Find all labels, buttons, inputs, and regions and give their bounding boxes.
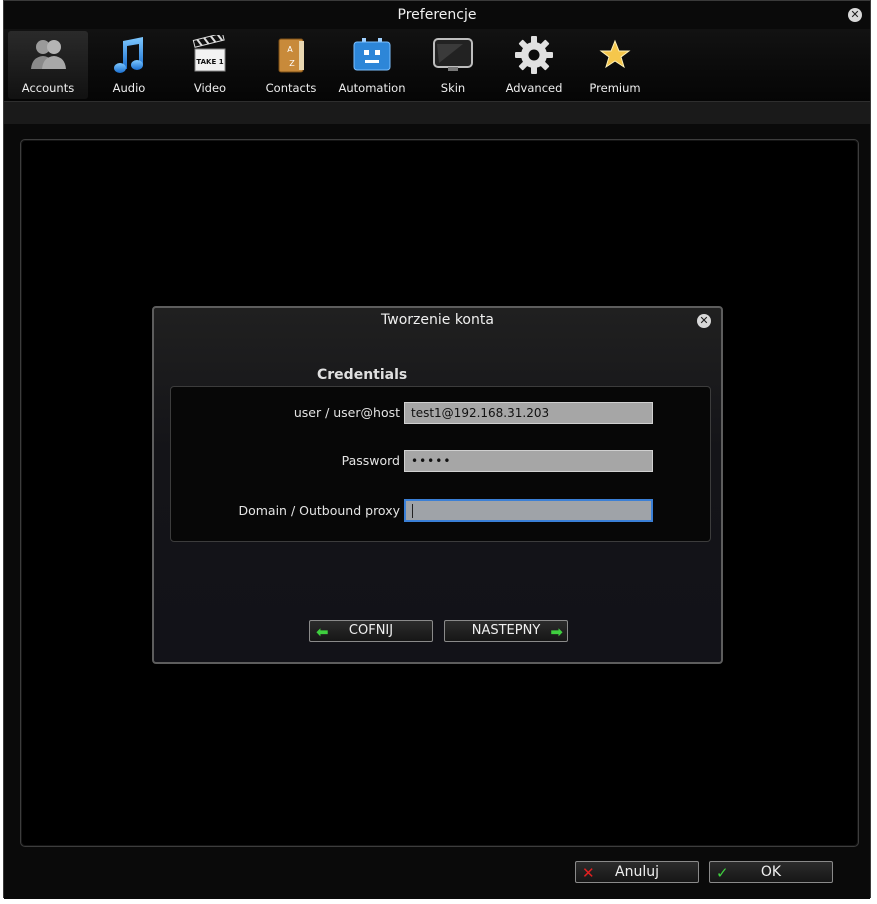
robot-icon xyxy=(353,38,391,71)
toolbar-separator-strip xyxy=(4,102,870,124)
clapperboard-icon: TAKE 1 xyxy=(192,35,226,72)
user-host-input[interactable] xyxy=(404,402,653,424)
create-account-dialog: Tworzenie konta ✕ Credentials user / use… xyxy=(152,306,723,664)
ok-label: OK xyxy=(760,864,782,880)
cancel-label: Anuluj xyxy=(615,864,659,880)
password-input[interactable] xyxy=(404,450,653,472)
window-title: Preferencje xyxy=(397,7,477,23)
accounts-icon xyxy=(31,40,66,69)
dialog-close-icon[interactable]: ✕ xyxy=(697,314,711,328)
tab-label: Video xyxy=(193,81,227,95)
ok-button[interactable]: ✓ OK xyxy=(709,861,833,883)
svg-text:TAKE 1: TAKE 1 xyxy=(196,58,223,66)
tab-label: Audio xyxy=(112,81,146,95)
star-icon xyxy=(599,39,631,69)
svg-text:A: A xyxy=(287,45,293,54)
tab-premium[interactable]: Premium xyxy=(575,31,655,99)
tab-video[interactable]: TAKE 1 Video xyxy=(170,31,250,99)
user-field-label: user / user@host xyxy=(293,405,400,420)
gear-icon xyxy=(515,36,553,74)
password-field-label: Password xyxy=(341,453,400,468)
back-label: COFNIJ xyxy=(348,623,394,638)
domain-proxy-input[interactable] xyxy=(404,499,653,522)
tab-label: Advanced xyxy=(505,81,563,95)
credentials-heading: Credentials xyxy=(317,367,408,383)
tab-contacts[interactable]: A Z Contacts xyxy=(251,31,331,99)
preferences-toolbar: Accounts Audio TAKE 1 Video A Z Contacts… xyxy=(4,29,870,102)
domain-field-label: Domain / Outbound proxy xyxy=(238,503,400,518)
tab-label: Premium xyxy=(589,81,641,95)
dialog-title: Tworzenie konta xyxy=(381,312,494,328)
tab-audio[interactable]: Audio xyxy=(89,31,169,99)
next-button[interactable]: NASTEPNY ➡ xyxy=(444,620,568,642)
checkmark-icon: ✓ xyxy=(716,864,729,882)
tab-skin[interactable]: Skin xyxy=(413,31,493,99)
next-label: NASTEPNY xyxy=(471,623,541,638)
arrow-left-icon: ⬅ xyxy=(316,623,329,641)
tab-label: Contacts xyxy=(265,81,317,95)
footer-bar: ✕ Anuluj ✓ OK xyxy=(4,851,870,899)
back-button[interactable]: ⬅ COFNIJ xyxy=(309,620,433,642)
tab-label: Skin xyxy=(440,81,466,95)
address-book-icon: A Z xyxy=(278,38,304,73)
credentials-group: user / user@host Password Domain / Outbo… xyxy=(170,386,711,542)
arrow-right-icon: ➡ xyxy=(550,623,563,641)
cancel-x-icon: ✕ xyxy=(582,864,595,882)
monitor-icon xyxy=(433,38,473,71)
music-note-icon xyxy=(114,37,143,73)
cancel-button[interactable]: ✕ Anuluj xyxy=(575,861,699,883)
tab-label: Automation xyxy=(338,81,406,95)
tab-automation[interactable]: Automation xyxy=(332,31,412,99)
tab-advanced[interactable]: Advanced xyxy=(494,31,574,99)
svg-text:Z: Z xyxy=(289,59,295,68)
text-caret xyxy=(412,504,413,518)
tab-accounts[interactable]: Accounts xyxy=(8,31,88,99)
tab-label: Accounts xyxy=(21,81,75,95)
window-close-icon[interactable]: ✕ xyxy=(848,8,862,22)
